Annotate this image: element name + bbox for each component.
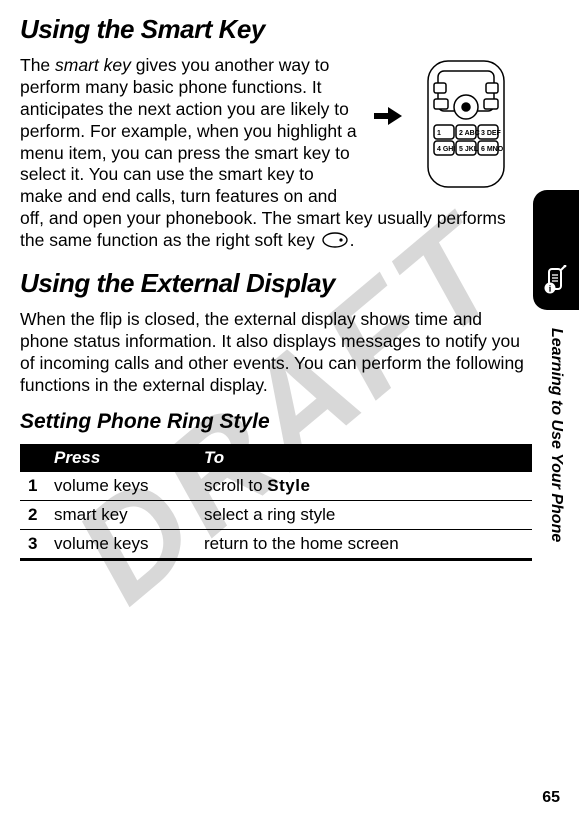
- table-header-step: [20, 444, 46, 472]
- to-cell: return to the home screen: [196, 530, 532, 560]
- step-number: 2: [20, 501, 46, 530]
- to-text: select a ring style: [204, 505, 335, 524]
- press-cell: volume keys: [46, 530, 196, 560]
- table-row: 3 volume keys return to the home screen: [20, 530, 532, 560]
- table-row: 1 volume keys scroll to Style: [20, 472, 532, 501]
- text-smartkey-pre: The: [20, 55, 55, 75]
- table-header-to: To: [196, 444, 532, 472]
- press-cell: smart key: [46, 501, 196, 530]
- text-smartkey-italic: smart key: [55, 55, 131, 75]
- paragraph-smart-key: 1 2 ABC 3 DEF 4 GHI 5 JKL 6 MNO The smar…: [20, 55, 532, 254]
- paragraph-external-display: When the flip is closed, the external di…: [20, 309, 532, 397]
- to-cell: select a ring style: [196, 501, 532, 530]
- to-text: scroll to: [204, 476, 267, 495]
- press-cell: volume keys: [46, 472, 196, 501]
- to-cell: scroll to Style: [196, 472, 532, 501]
- step-number: 3: [20, 530, 46, 560]
- right-soft-key-icon: [322, 232, 348, 254]
- table-header-press: Press: [46, 444, 196, 472]
- svg-text:3 DEF: 3 DEF: [481, 130, 502, 137]
- heading-ring-style: Setting Phone Ring Style: [20, 410, 532, 434]
- svg-text:6 MNO: 6 MNO: [481, 146, 504, 153]
- svg-text:1: 1: [437, 130, 441, 137]
- to-text: return to the home screen: [204, 534, 399, 553]
- text-smartkey-tail: .: [350, 230, 355, 250]
- svg-text:4 GHI: 4 GHI: [437, 146, 455, 153]
- step-number: 1: [20, 472, 46, 501]
- heading-external-display: Using the External Display: [20, 268, 532, 299]
- page-content: Using the Smart Key: [0, 0, 580, 819]
- phone-illustration: 1 2 ABC 3 DEF 4 GHI 5 JKL 6 MNO: [370, 57, 530, 198]
- ring-style-table: Press To 1 volume keys scroll to Style 2…: [20, 444, 532, 561]
- heading-smart-key: Using the Smart Key: [20, 14, 532, 45]
- table-row: 2 smart key select a ring style: [20, 501, 532, 530]
- svg-text:2 ABC: 2 ABC: [459, 130, 480, 137]
- to-bold: Style: [267, 476, 310, 495]
- svg-text:5 JKL: 5 JKL: [459, 146, 479, 153]
